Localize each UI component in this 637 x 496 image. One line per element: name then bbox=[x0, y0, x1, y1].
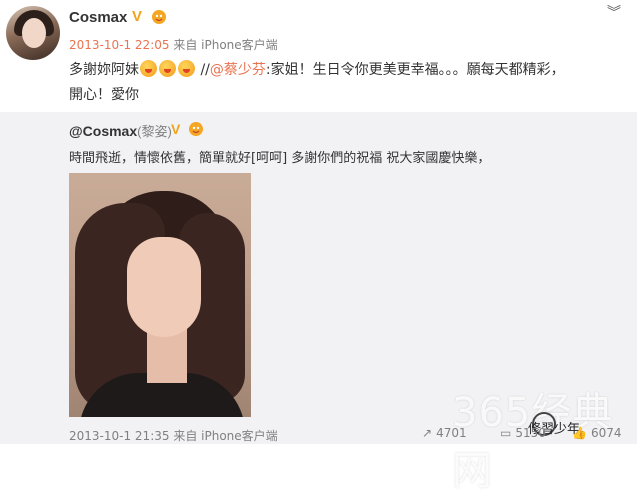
like-stat[interactable]: 👍 6074 bbox=[572, 426, 622, 440]
repost-text: 時間飛逝，情懷依舊，簡單就好[呵呵] 多謝你們的祝福 祝大家國慶快樂， bbox=[69, 151, 491, 166]
comment-count: 5150 bbox=[515, 426, 546, 440]
repost-box: @Cosmax(黎姿) V 時間飛逝，情懷依舊，簡單就好[呵呵] 多謝你們的祝福… bbox=[0, 112, 637, 494]
like-count: 6074 bbox=[590, 426, 622, 440]
verified-icon: V bbox=[171, 121, 181, 137]
chevron-down-icon[interactable]: ︾ bbox=[607, 2, 621, 22]
level-badge-icon bbox=[189, 122, 203, 136]
repost-author-name[interactable]: @Cosmax bbox=[69, 123, 137, 139]
post-source: 来自 iPhone客户端 bbox=[173, 38, 278, 52]
kiss-emoji-icon bbox=[159, 60, 176, 77]
kiss-emoji-icon bbox=[178, 60, 195, 77]
repost-separator: // bbox=[200, 62, 210, 78]
kiss-emoji-icon bbox=[140, 60, 157, 77]
post-text-main: :家姐！生日令你更美更幸福。。。願每天都精彩， bbox=[265, 62, 565, 78]
post-text-line2: 開心！愛你 bbox=[69, 87, 139, 103]
avatar[interactable] bbox=[6, 6, 60, 60]
repost-source: 来自 iPhone客户端 bbox=[173, 429, 278, 443]
forward-icon: ↗ bbox=[422, 426, 433, 440]
repost-photo[interactable] bbox=[69, 173, 251, 417]
level-badge-icon bbox=[152, 10, 166, 24]
mention-link[interactable]: @蔡少芬 bbox=[210, 62, 266, 78]
repost-time[interactable]: 2013-10-1 21:35 bbox=[69, 429, 170, 443]
thumbs-up-icon: 👍 bbox=[572, 426, 587, 440]
post-text-prefix: 多謝妳阿妹 bbox=[69, 62, 139, 78]
forward-stat[interactable]: ↗ 4701 bbox=[422, 426, 467, 440]
repost-meta: 2013-10-1 21:35 来自 iPhone客户端 bbox=[69, 427, 278, 444]
post-time[interactable]: 2013-10-1 22:05 bbox=[69, 38, 170, 52]
verified-icon: V bbox=[132, 8, 143, 25]
post-meta: 2013-10-1 22:05 来自 iPhone客户端 bbox=[69, 36, 278, 53]
repost-author-sub: (黎姿) bbox=[137, 124, 172, 139]
comment-icon: ▭ bbox=[500, 426, 512, 440]
comment-stat[interactable]: ▭ 5150 bbox=[500, 426, 546, 440]
post-author[interactable]: Cosmax bbox=[69, 9, 127, 26]
post-text: 多謝妳阿妹 //@蔡少芬:家姐！生日令你更美更幸福。。。願每天都精彩， 開心！愛… bbox=[69, 58, 629, 108]
forward-count: 4701 bbox=[436, 426, 467, 440]
repost-author[interactable]: @Cosmax(黎姿) bbox=[69, 121, 172, 140]
